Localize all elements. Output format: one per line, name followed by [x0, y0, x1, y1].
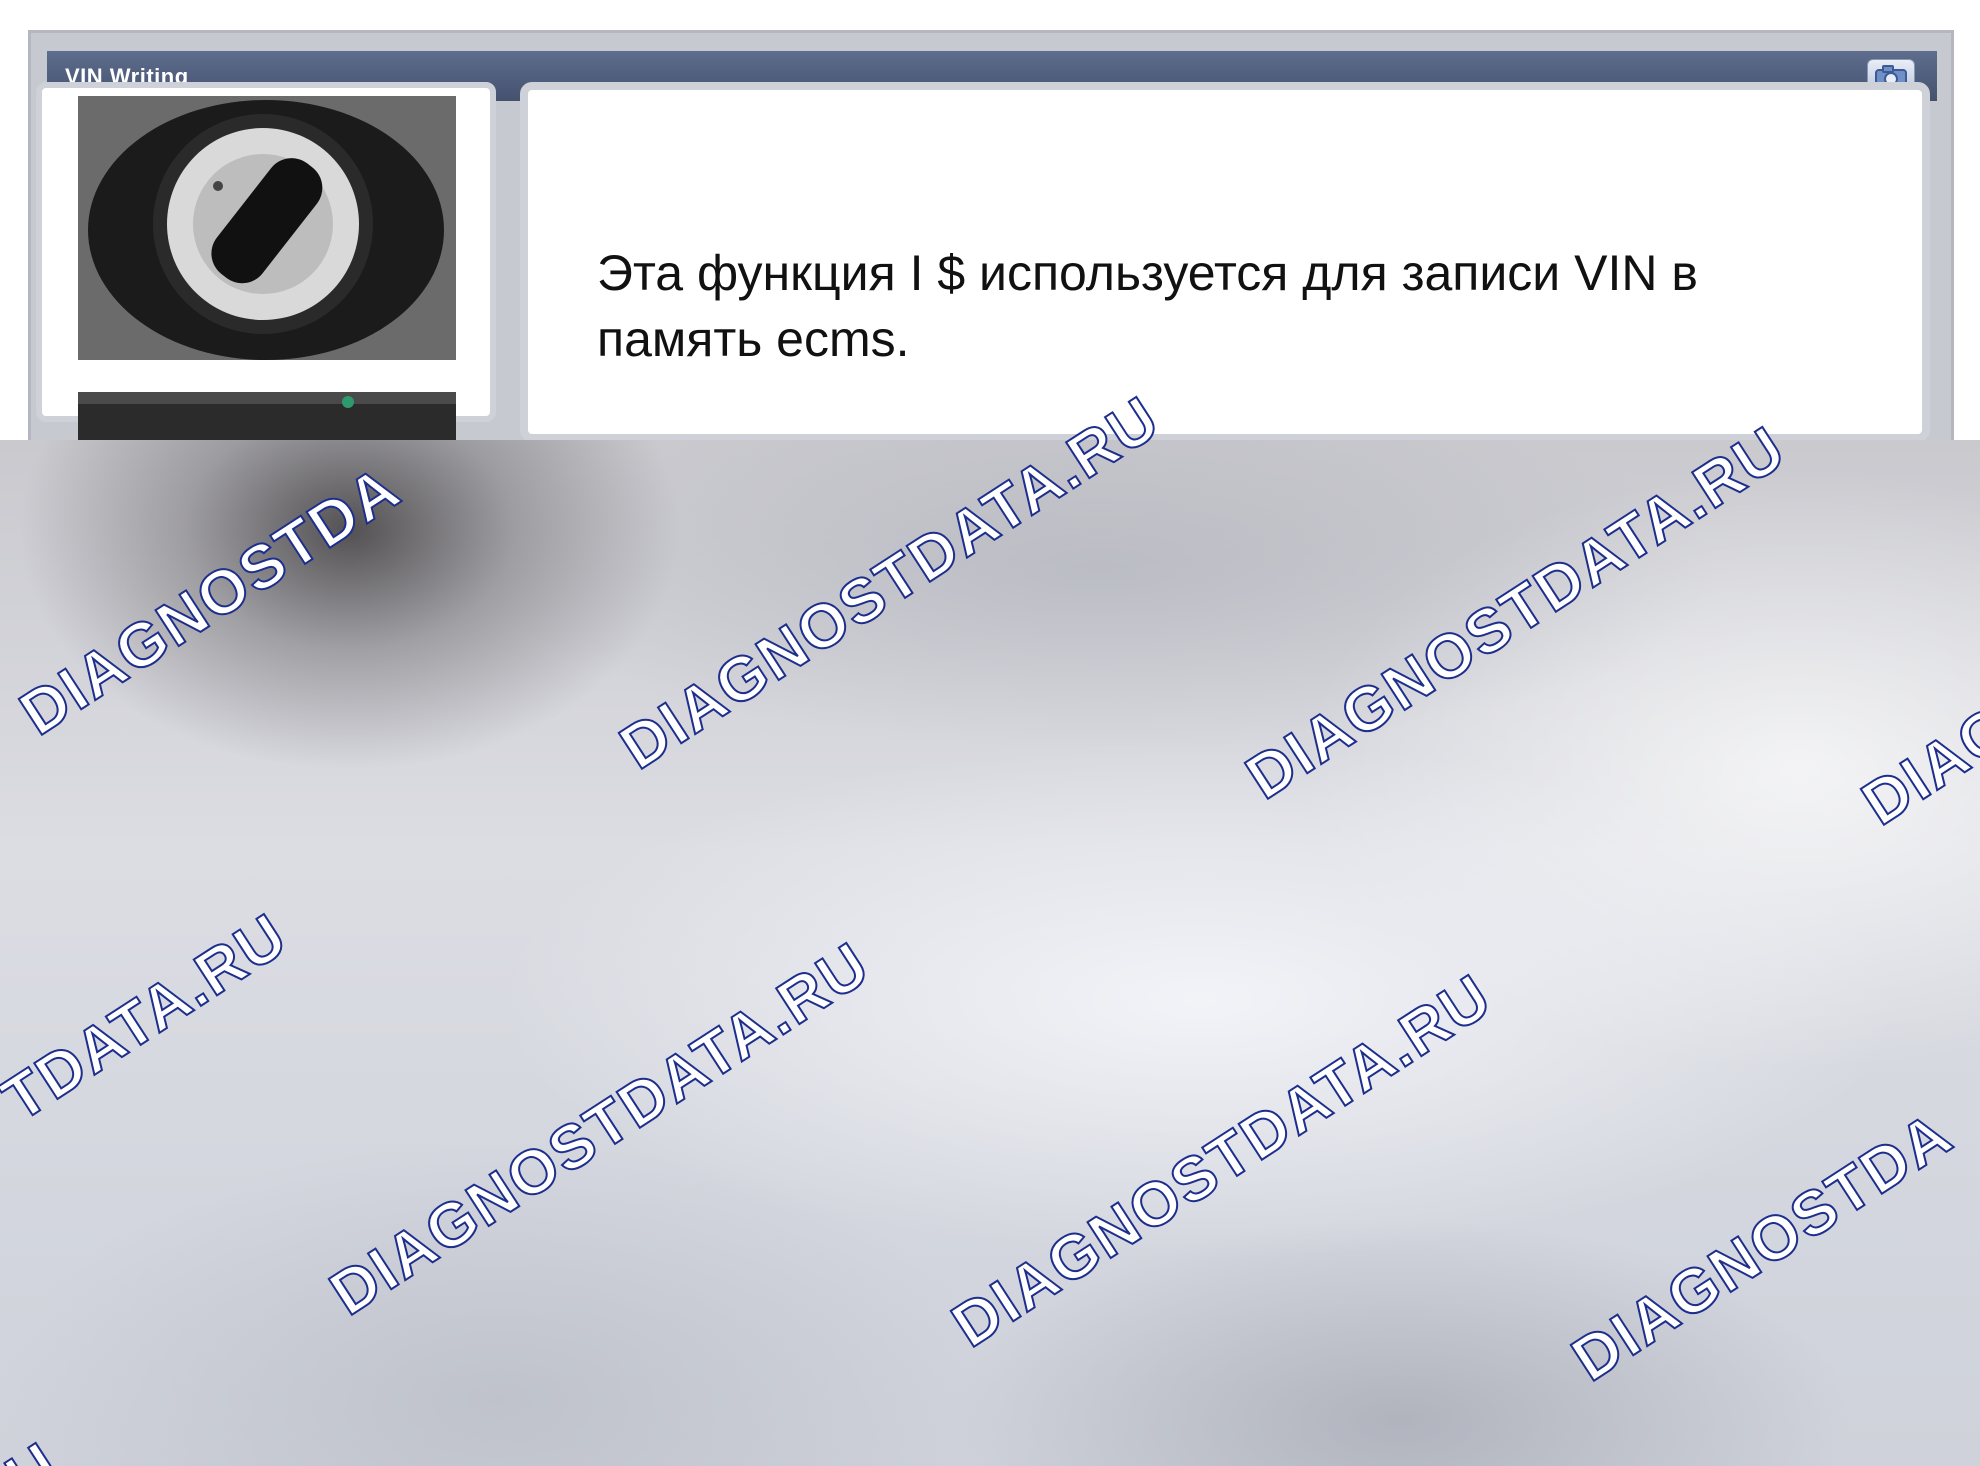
watermark-text: DIAG: [1850, 691, 1980, 840]
watermark-text: DIAGNOSTDA: [1560, 1098, 1966, 1396]
watermark-text: U: [0, 1428, 72, 1466]
watermark-text: DIAGNOSTDATA.RU: [608, 382, 1173, 783]
watermark-layer: DIAGNOSTDA DIAGNOSTDATA.RU DIAGNOSTDATA.…: [0, 0, 1980, 1466]
watermark-text: TDATA.RU: [0, 900, 301, 1136]
watermark-text: DIAGNOSTDA: [8, 452, 414, 750]
watermark-text: DIAGNOSTDATA.RU: [1234, 412, 1799, 813]
watermark-text: DIAGNOSTDATA.RU: [940, 960, 1505, 1361]
watermark-text: DIAGNOSTDATA.RU: [318, 928, 883, 1329]
